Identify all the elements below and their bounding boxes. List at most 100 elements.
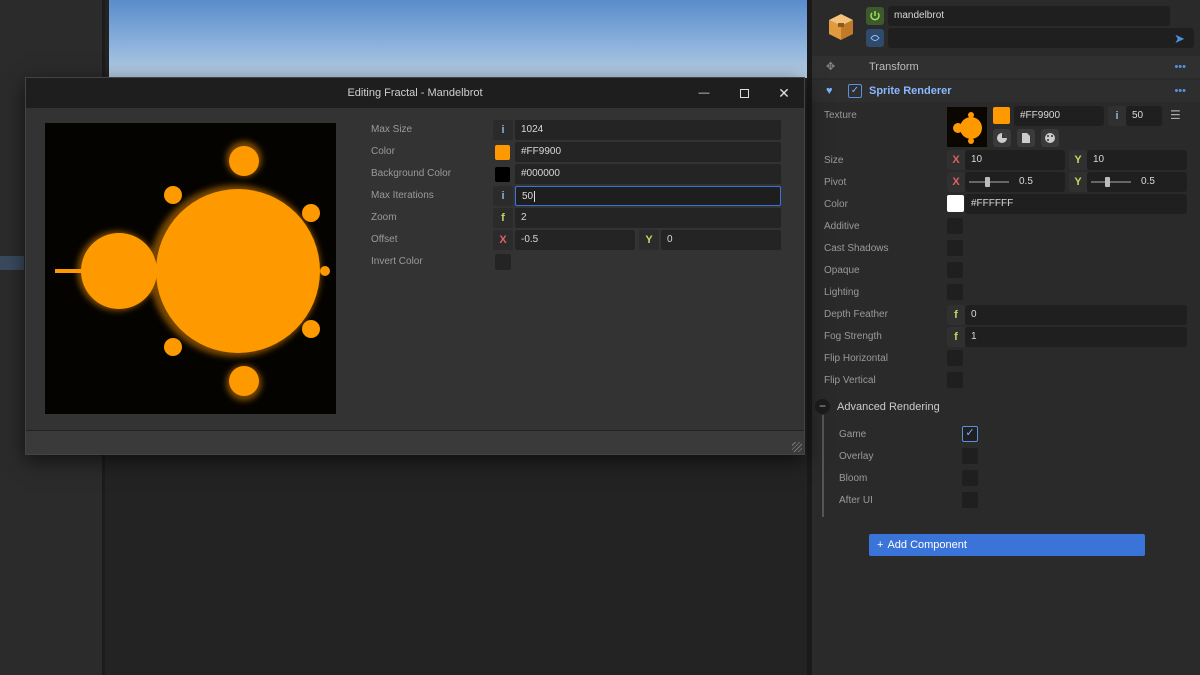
int-tag: i	[493, 120, 513, 140]
max-iterations-label: Max Iterations	[371, 190, 434, 201]
size-y-field[interactable]: 10	[1087, 150, 1187, 170]
slider-knob[interactable]	[1105, 177, 1110, 187]
overlay-checkbox[interactable]	[962, 448, 978, 464]
tree-line	[822, 415, 824, 517]
more-icon[interactable]: •••	[1174, 80, 1186, 102]
zoom-field[interactable]: 2	[515, 208, 781, 228]
additive-checkbox[interactable]	[947, 218, 963, 234]
selected-row-indicator	[0, 256, 24, 270]
background-color-label: Background Color	[371, 168, 452, 179]
lighting-label: Lighting	[824, 287, 860, 298]
fractal-editor-dialog: Editing Fractal - Mandelbrot — ✕ Max Siz…	[25, 77, 805, 455]
add-component-button[interactable]: + Add Component	[869, 534, 1145, 556]
bloom-checkbox[interactable]	[962, 470, 978, 486]
y-tag: Y	[639, 230, 659, 250]
pivot-x-field[interactable]: 0.5	[965, 172, 1065, 192]
max-size-field[interactable]: 1024	[515, 120, 781, 140]
x-tag: X	[947, 172, 965, 192]
offset-label: Offset	[371, 234, 398, 245]
dialog-title: Editing Fractal - Mandelbrot	[347, 87, 483, 99]
plus-icon: +	[877, 539, 884, 551]
dialog-body: Max Size i 1024 Color #FF9900 Background…	[26, 108, 804, 430]
favorite-heart-icon[interactable]: ♥	[826, 80, 833, 102]
texture-label: Texture	[824, 110, 857, 121]
pivot-y-slider[interactable]	[1091, 181, 1131, 183]
more-icon[interactable]: •••	[1174, 56, 1186, 78]
game-label: Game	[839, 429, 867, 440]
cast-shadows-checkbox[interactable]	[947, 240, 963, 256]
size-label: Size	[824, 155, 844, 166]
tag-send-icon[interactable]: ➤	[1174, 31, 1185, 47]
max-size-label: Max Size	[371, 124, 413, 135]
advanced-rendering-title[interactable]: Advanced Rendering	[837, 401, 940, 413]
flip-horizontal-label: Flip Horizontal	[824, 353, 888, 364]
entity-name-field[interactable]: mandelbrot	[888, 6, 1170, 26]
color-field[interactable]: #FF9900	[515, 142, 781, 162]
color-swatch[interactable]	[947, 195, 964, 212]
color-label: Color	[824, 199, 848, 210]
flip-vertical-label: Flip Vertical	[824, 375, 876, 386]
texture-iter-field[interactable]: 50	[1126, 106, 1162, 126]
cast-shadows-label: Cast Shadows	[824, 243, 889, 254]
game-checkbox[interactable]: ✓	[962, 426, 978, 442]
fog-strength-field[interactable]: 1	[965, 327, 1187, 347]
sprite-renderer-header[interactable]: ♥ ✓ Sprite Renderer •••	[812, 80, 1200, 102]
text-cursor	[534, 190, 536, 202]
y-tag: Y	[1069, 150, 1087, 170]
y-tag: Y	[1069, 172, 1087, 192]
after-ui-checkbox[interactable]	[962, 492, 978, 508]
collapse-icon[interactable]: −	[815, 399, 830, 414]
color-field[interactable]: #FFFFFF	[965, 194, 1187, 214]
document-icon[interactable]	[1017, 129, 1035, 147]
transform-header[interactable]: ✥ Transform •••	[812, 56, 1200, 78]
color-swatch[interactable]	[495, 145, 510, 160]
offset-y-field[interactable]: 0	[661, 230, 781, 250]
depth-feather-label: Depth Feather	[824, 309, 888, 320]
max-iterations-value: 50	[522, 191, 534, 202]
add-component-label: Add Component	[887, 539, 967, 551]
bloom-label: Bloom	[839, 473, 868, 484]
color-label: Color	[371, 146, 395, 157]
entity-cube-icon	[829, 14, 853, 40]
entity-tags-field[interactable]	[888, 28, 1194, 48]
offset-x-field[interactable]: -0.5	[515, 230, 635, 250]
int-tag: i	[493, 186, 513, 206]
int-tag: i	[1108, 106, 1126, 126]
x-tag: X	[947, 150, 965, 170]
texture-color-swatch[interactable]	[993, 107, 1010, 124]
texture-thumbnail[interactable]	[947, 107, 987, 147]
after-ui-label: After UI	[839, 495, 873, 506]
slider-knob[interactable]	[985, 177, 990, 187]
zoom-label: Zoom	[371, 212, 397, 223]
sprite-renderer-title: Sprite Renderer	[869, 85, 952, 97]
palette-icon[interactable]	[1041, 129, 1059, 147]
sprite-enabled-checkbox[interactable]: ✓	[848, 84, 862, 98]
visibility-icon[interactable]	[866, 29, 884, 47]
close-icon[interactable]: ✕	[764, 78, 804, 108]
fractal-preview	[45, 123, 336, 414]
minimize-icon[interactable]: —	[684, 78, 724, 108]
background-color-field[interactable]: #000000	[515, 164, 781, 184]
pivot-y-field[interactable]: 0.5	[1087, 172, 1187, 192]
size-x-field[interactable]: 10	[965, 150, 1065, 170]
pie-chart-icon[interactable]	[993, 129, 1011, 147]
flip-vertical-checkbox[interactable]	[947, 372, 963, 388]
flip-horizontal-checkbox[interactable]	[947, 350, 963, 366]
max-iterations-field[interactable]: 50	[515, 186, 781, 206]
depth-feather-field[interactable]: 0	[965, 305, 1187, 325]
x-tag: X	[493, 230, 513, 250]
background-color-swatch[interactable]	[495, 167, 510, 182]
pivot-x-value: 0.5	[1019, 176, 1033, 187]
maximize-icon[interactable]	[724, 78, 764, 108]
enable-toggle-icon[interactable]	[866, 7, 884, 25]
invert-color-checkbox[interactable]	[495, 254, 511, 270]
edit-list-icon[interactable]: ☰	[1170, 108, 1181, 122]
transform-icon: ✥	[826, 61, 836, 73]
float-tag: f	[947, 327, 965, 347]
pivot-y-value: 0.5	[1141, 176, 1155, 187]
lighting-checkbox[interactable]	[947, 284, 963, 300]
texture-color-field[interactable]: #FF9900	[1014, 106, 1104, 126]
sky-background	[109, 0, 807, 78]
opaque-checkbox[interactable]	[947, 262, 963, 278]
resize-grip-icon[interactable]	[792, 442, 802, 452]
